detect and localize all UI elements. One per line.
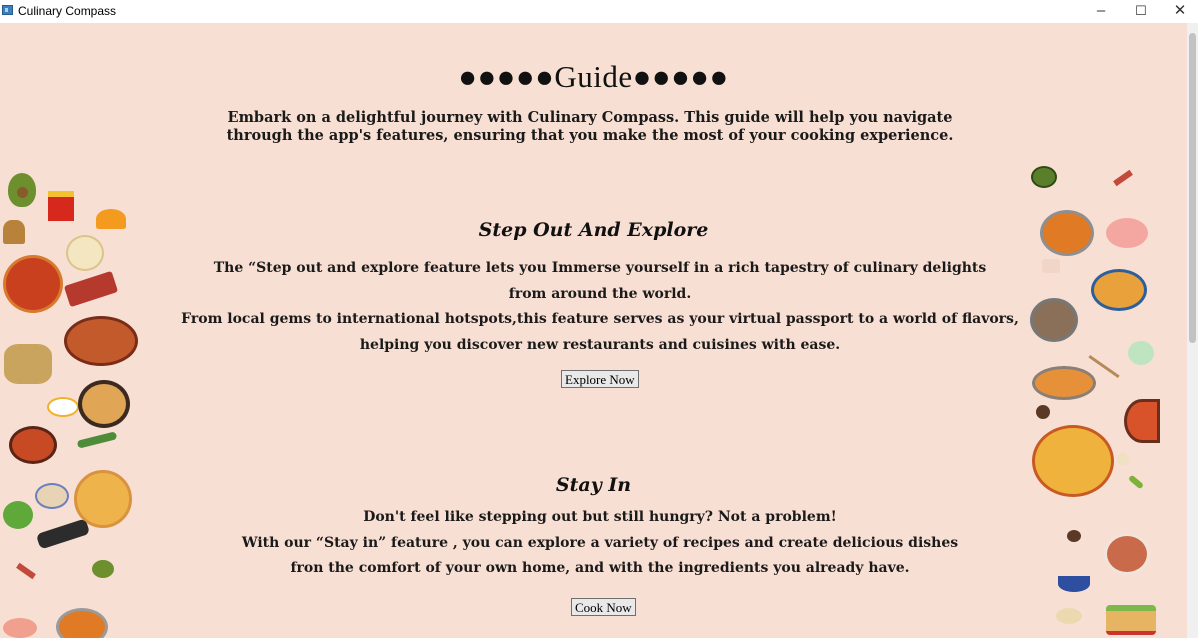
intro-text: Embark on a delightful journey with Culi… [210, 109, 970, 145]
spice-icon [1036, 405, 1050, 419]
avocado-icon [1031, 166, 1057, 188]
scallion-icon [76, 431, 118, 449]
explore-now-button[interactable]: Explore Now [561, 370, 639, 388]
explore-section-title: Step Out And Explore [478, 219, 709, 241]
veggie-skewer-icon [4, 344, 52, 384]
scrollbar-thumb[interactable] [1189, 33, 1196, 343]
spice-icon [1067, 530, 1081, 542]
lettuce-icon [3, 501, 33, 529]
page-title: ●●●●●Guide●●●●● [458, 59, 729, 94]
garlic-icon [1117, 453, 1129, 465]
window-title: Culinary Compass [18, 4, 117, 18]
stayin-line-2: With our “Stay in” feature , you can exp… [241, 534, 959, 551]
steak-plate-icon [1104, 533, 1150, 575]
cook-now-button[interactable]: Cook Now [571, 598, 636, 616]
explore-line-1: The “Step out and explore feature lets y… [213, 260, 987, 276]
stayin-description: Don't feel like stepping out but still h… [170, 505, 1030, 582]
egg-icon [47, 397, 79, 417]
sushi-roll-icon [35, 518, 91, 550]
bacon-icon [1113, 169, 1133, 187]
rice-bowl-icon [78, 380, 130, 428]
pasta-bowl-icon [1091, 269, 1147, 311]
explore-line-4: helping you discover new restaurants and… [359, 336, 841, 353]
sushi-plate-icon [63, 270, 119, 308]
stayin-section-title: Stay In [555, 474, 632, 496]
avocado-icon [8, 173, 36, 207]
explore-line-3: From local gems to international hotspot… [181, 311, 1019, 327]
ramen-bowl-icon [9, 426, 57, 464]
stayin-line-1: Don't feel like stepping out but still h… [363, 509, 837, 525]
maximize-button[interactable]: ☐ [1121, 0, 1161, 23]
title-bar: Culinary Compass – ☐ ✕ [0, 0, 1198, 23]
sandwich-icon [1106, 605, 1156, 635]
shrimp-icon [3, 618, 37, 638]
intro-line-1: Embark on a delightful journey with Culi… [227, 109, 953, 126]
veggie-icon [1128, 341, 1154, 365]
explore-line-2: from around the world. [508, 285, 692, 302]
fries-icon [48, 191, 74, 221]
chopsticks-icon [1088, 354, 1120, 379]
paella-pan-icon [1032, 366, 1096, 400]
minimize-button[interactable]: – [1081, 0, 1121, 23]
dumpling-icon [1056, 608, 1082, 624]
close-button[interactable]: ✕ [1160, 0, 1198, 23]
avocado-half-icon [92, 560, 114, 578]
soup-bowl-icon [1058, 576, 1090, 592]
bacon-icon [16, 562, 36, 580]
tomato-soup-icon [1124, 399, 1160, 443]
app-window-icon [2, 5, 13, 15]
cake-icon [1042, 259, 1060, 273]
explore-description: The “Step out and explore feature lets y… [170, 256, 1030, 358]
vertical-scrollbar[interactable] [1187, 23, 1198, 638]
guide-page: ●●●●●Guide●●●●● Embark on a delightful j… [0, 23, 1187, 638]
stayin-line-3: fron the comfort of your own home, and w… [290, 560, 910, 576]
pizza-icon [3, 255, 63, 313]
ramen-bowl-icon [64, 316, 138, 366]
intro-line-2: through the app's features, ensuring tha… [226, 127, 954, 144]
curry-pot-icon [56, 608, 108, 638]
